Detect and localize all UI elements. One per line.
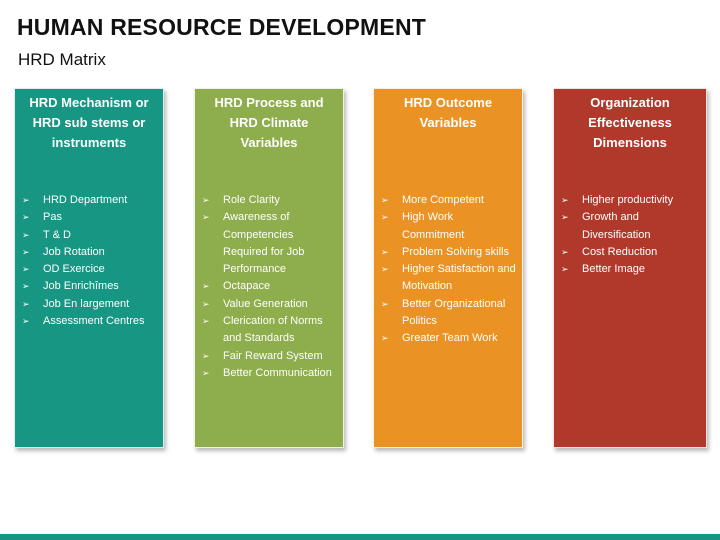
list-item: ➢ Fair Reward System	[202, 348, 339, 365]
list-item: ➢ Job Rotation	[22, 244, 159, 261]
list-item-text: Role Clarity	[223, 194, 280, 206]
arrow-bullet-icon: ➢	[381, 264, 389, 275]
arrow-bullet-icon: ➢	[561, 195, 569, 205]
list-item: ➢ Job Enrichîmes	[22, 278, 159, 295]
arrow-bullet-icon: ➢	[381, 333, 389, 344]
arrow-bullet-icon: ➢	[561, 264, 569, 275]
list-item: ➢ Higher productivity	[561, 192, 702, 209]
list-item-text: Clerication of Norms and Standards	[223, 315, 323, 345]
list-item: ➢ HRD Department	[22, 192, 159, 209]
arrow-bullet-icon: ➢	[22, 229, 30, 240]
arrow-bullet-icon: ➢	[22, 264, 30, 275]
list-item-text: Greater Team Work	[402, 332, 498, 345]
list-item: ➢ Better Image	[561, 261, 702, 278]
list-item-text: High Work Commitment	[402, 211, 465, 241]
arrow-bullet-icon: ➢	[381, 195, 389, 205]
arrow-bullet-icon: ➢	[561, 246, 569, 257]
list-item-text: Better Communication	[223, 366, 332, 379]
slide-subtitle: HRD Matrix	[18, 50, 106, 69]
arrow-bullet-icon: ➢	[202, 350, 210, 361]
list-item-text: Fair Reward System	[223, 349, 323, 362]
list-item-text: Value Generation	[223, 297, 308, 310]
list-item-text: Higher productivity	[582, 194, 674, 206]
arrow-bullet-icon: ➢	[202, 195, 210, 205]
list-item: ➢ Problem Solving skills	[381, 244, 518, 261]
column-list: ➢ HRD Department ➢ Pas ➢ T & D ➢ Job Rotation ➢ O…	[22, 192, 159, 330]
list-item-text: Better Image	[582, 263, 645, 276]
column-heading: HRD Mechanism or HRD sub stems or instru…	[29, 95, 149, 150]
footer-bar	[0, 534, 720, 540]
list-item-text: Pas	[43, 211, 62, 224]
column-hrd-outcome: HRD Outcome Variables ➢ More Competent ➢ Hi…	[373, 88, 523, 448]
arrow-bullet-icon: ➢	[22, 298, 30, 309]
column-hrd-process: HRD Process and HRD Climate Variables ➢ R…	[194, 88, 344, 448]
list-item: ➢ High Work Commitment	[381, 209, 518, 244]
list-item: ➢ Pas	[22, 209, 159, 226]
list-item-text: T & D	[43, 228, 71, 241]
list-item: ➢ Cost Reduction	[561, 244, 702, 261]
list-item-text: Assessment Centres	[43, 315, 145, 328]
list-item-text: OD Exercice	[43, 263, 105, 276]
list-item-text: Better Organizational Politics	[402, 297, 506, 328]
column-hrd-mechanism: HRD Mechanism or HRD sub stems or instru…	[14, 88, 164, 448]
list-item: ➢ More Competent	[381, 192, 518, 209]
list-item-text: Job En largement	[43, 297, 130, 310]
list-item-text: More Competent	[402, 194, 484, 206]
arrow-bullet-icon: ➢	[202, 316, 210, 327]
column-org-effectiveness: Organization Effectiveness Dimensions ➢ H…	[553, 88, 707, 448]
list-item-text: Job Rotation	[43, 245, 105, 258]
arrow-bullet-icon: ➢	[22, 195, 30, 205]
list-item: ➢ Role Clarity	[202, 192, 339, 209]
arrow-bullet-icon: ➢	[202, 298, 210, 309]
list-item-text: Higher Satisfaction and Motivation	[402, 263, 516, 293]
arrow-bullet-icon: ➢	[202, 367, 210, 378]
list-item: ➢ OD Exercice	[22, 261, 159, 278]
list-item-text: Octapace	[223, 280, 271, 293]
list-item-text: Cost Reduction	[582, 245, 658, 258]
arrow-bullet-icon: ➢	[202, 281, 210, 292]
arrow-bullet-icon: ➢	[22, 281, 30, 292]
list-item: ➢ Higher Satisfaction and Motivation	[381, 261, 518, 296]
arrow-bullet-icon: ➢	[561, 212, 569, 223]
column-heading: Organization Effectiveness Dimensions	[588, 95, 672, 150]
list-item: ➢ Octapace	[202, 278, 339, 295]
list-item: ➢ Clerication of Norms and Standards	[202, 313, 339, 348]
column-list: ➢ More Competent ➢ High Work Commitment ➢ Pro…	[381, 192, 518, 348]
list-item: ➢ Value Generation	[202, 296, 339, 313]
list-item: ➢ Awareness of Competencies Required for …	[202, 209, 339, 278]
column-list: ➢ Higher productivity ➢ Growth and Diversif…	[561, 192, 702, 278]
column-heading: HRD Outcome Variables	[403, 95, 493, 130]
arrow-bullet-icon: ➢	[381, 246, 389, 257]
list-item: ➢ Better Communication	[202, 365, 339, 382]
column-list: ➢ Role Clarity ➢ Awareness of Competencies …	[202, 192, 339, 382]
arrow-bullet-icon: ➢	[381, 298, 389, 309]
list-item: ➢ Greater Team Work	[381, 330, 518, 347]
list-item: ➢ Job En largement	[22, 296, 159, 313]
list-item-text: Awareness of Competencies Required for J…	[223, 211, 305, 276]
arrow-bullet-icon: ➢	[22, 246, 30, 257]
list-item: ➢ Assessment Centres	[22, 313, 159, 330]
list-item: ➢ Growth and Diversification	[561, 209, 702, 244]
arrow-bullet-icon: ➢	[22, 212, 30, 223]
list-item-text: Growth and Diversification	[582, 211, 651, 241]
slide-title: HUMAN RESOURCE DEVELOPMENT	[17, 14, 427, 40]
list-item-text: HRD Department	[43, 194, 128, 206]
arrow-bullet-icon: ➢	[22, 316, 30, 327]
list-item-text: Job Enrichîmes	[43, 280, 119, 293]
list-item-text: Problem Solving skills	[402, 245, 509, 258]
list-item: ➢ T & D	[22, 227, 159, 244]
hrd-matrix: HRD Mechanism or HRD sub stems or instru…	[14, 88, 710, 452]
list-item: ➢ Better Organizational Politics	[381, 296, 518, 331]
column-heading: HRD Process and HRD Climate Variables	[214, 95, 324, 150]
arrow-bullet-icon: ➢	[202, 212, 210, 223]
arrow-bullet-icon: ➢	[381, 212, 389, 223]
